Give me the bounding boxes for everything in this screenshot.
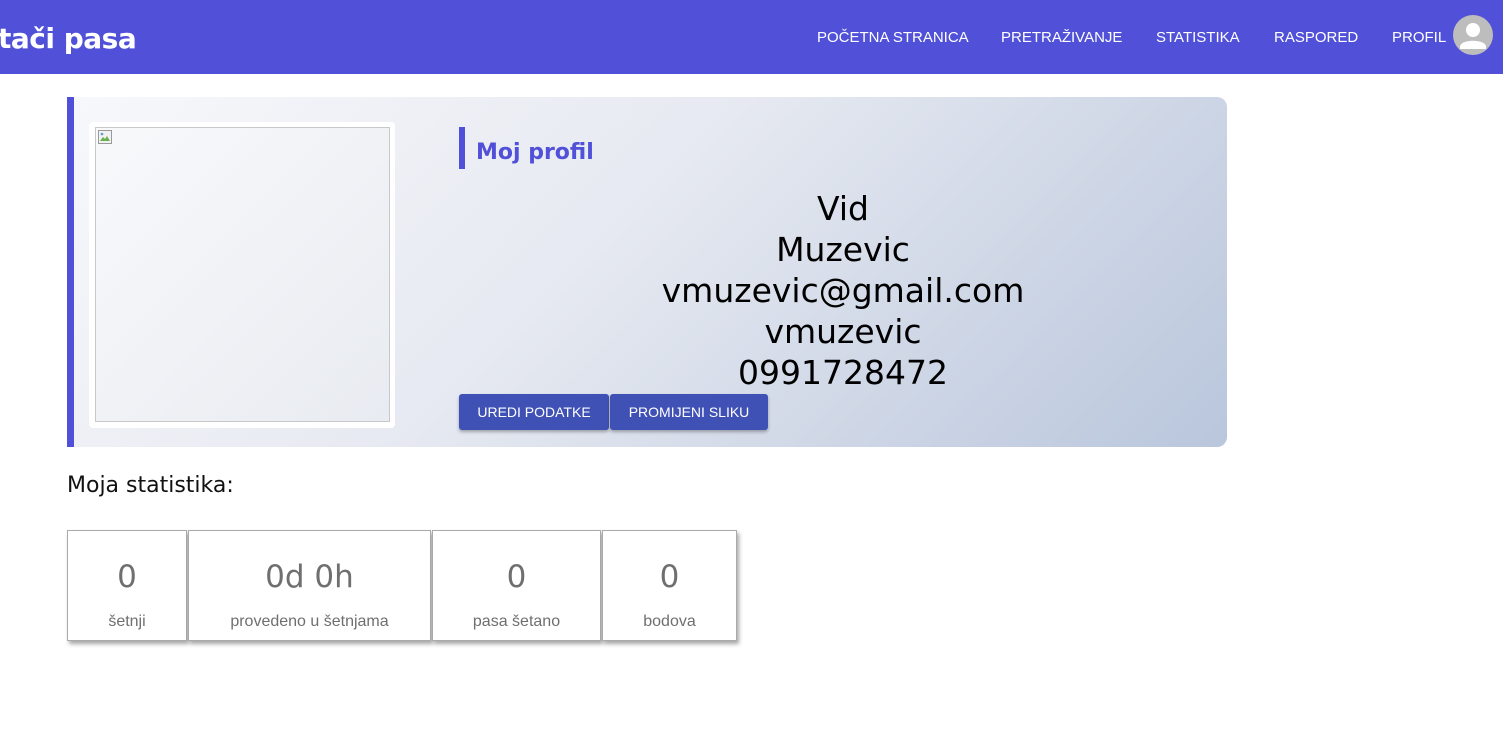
nav-link-label[interactable]: PROFIL: [1392, 29, 1446, 46]
nav-raspored[interactable]: RASPORED: [1274, 0, 1358, 74]
stat-value: 0: [659, 559, 680, 595]
nav-pretrazivanje[interactable]: PRETRAŽIVANJE: [1001, 0, 1122, 74]
profile-info: Vid Muzevic vmuzevic@gmail.com vmuzevic …: [643, 188, 1043, 393]
phone-number: 0991728472: [738, 353, 948, 392]
nav-link-label[interactable]: STATISTIKA: [1156, 29, 1240, 46]
stat-card-dogs: 0 pasa šetano: [432, 530, 601, 641]
first-name: Vid: [817, 189, 869, 228]
top-app-bar: tači pasa POČETNA STRANICA PRETRAŽIVANJE…: [0, 0, 1503, 74]
email: vmuzevic@gmail.com: [661, 271, 1025, 310]
broken-image-icon: [97, 129, 113, 145]
stat-value: 0: [117, 559, 137, 595]
nav-pocetna-stranica[interactable]: POČETNA STRANICA: [817, 0, 969, 74]
last-name: Muzevic: [776, 230, 910, 269]
stat-label: pasa šetano: [472, 613, 561, 630]
stat-label: provedeno u šetnjama: [230, 613, 389, 630]
stat-card-points: 0 bodova: [602, 530, 737, 641]
username: vmuzevic: [764, 312, 922, 351]
stat-card-walks: 0 šetnji: [67, 530, 187, 641]
stat-label: bodova: [643, 613, 696, 630]
account-circle-icon[interactable]: [1453, 15, 1493, 55]
stat-card-time: 0d 0h provedeno u šetnjama: [188, 530, 431, 641]
stat-value: 0: [506, 559, 527, 595]
stat-label: šetnji: [108, 613, 146, 630]
profile-heading: Moj profil: [459, 127, 594, 169]
nav-statistika[interactable]: STATISTIKA: [1156, 0, 1240, 74]
edit-profile-button[interactable]: UREDI PODATKE: [459, 394, 609, 430]
nav-link-label[interactable]: RASPORED: [1274, 29, 1358, 46]
profile-photo: [95, 127, 390, 422]
stats-title: Moja statistika:: [67, 473, 234, 498]
nav-profil[interactable]: PROFIL: [1392, 0, 1446, 74]
brand-title[interactable]: tači pasa: [0, 22, 137, 55]
nav-link-label[interactable]: PRETRAŽIVANJE: [1001, 29, 1122, 46]
nav-link-label[interactable]: POČETNA STRANICA: [817, 29, 969, 46]
stat-value: 0d 0h: [265, 559, 354, 595]
change-photo-button[interactable]: PROMIJENI SLIKU: [610, 394, 768, 430]
